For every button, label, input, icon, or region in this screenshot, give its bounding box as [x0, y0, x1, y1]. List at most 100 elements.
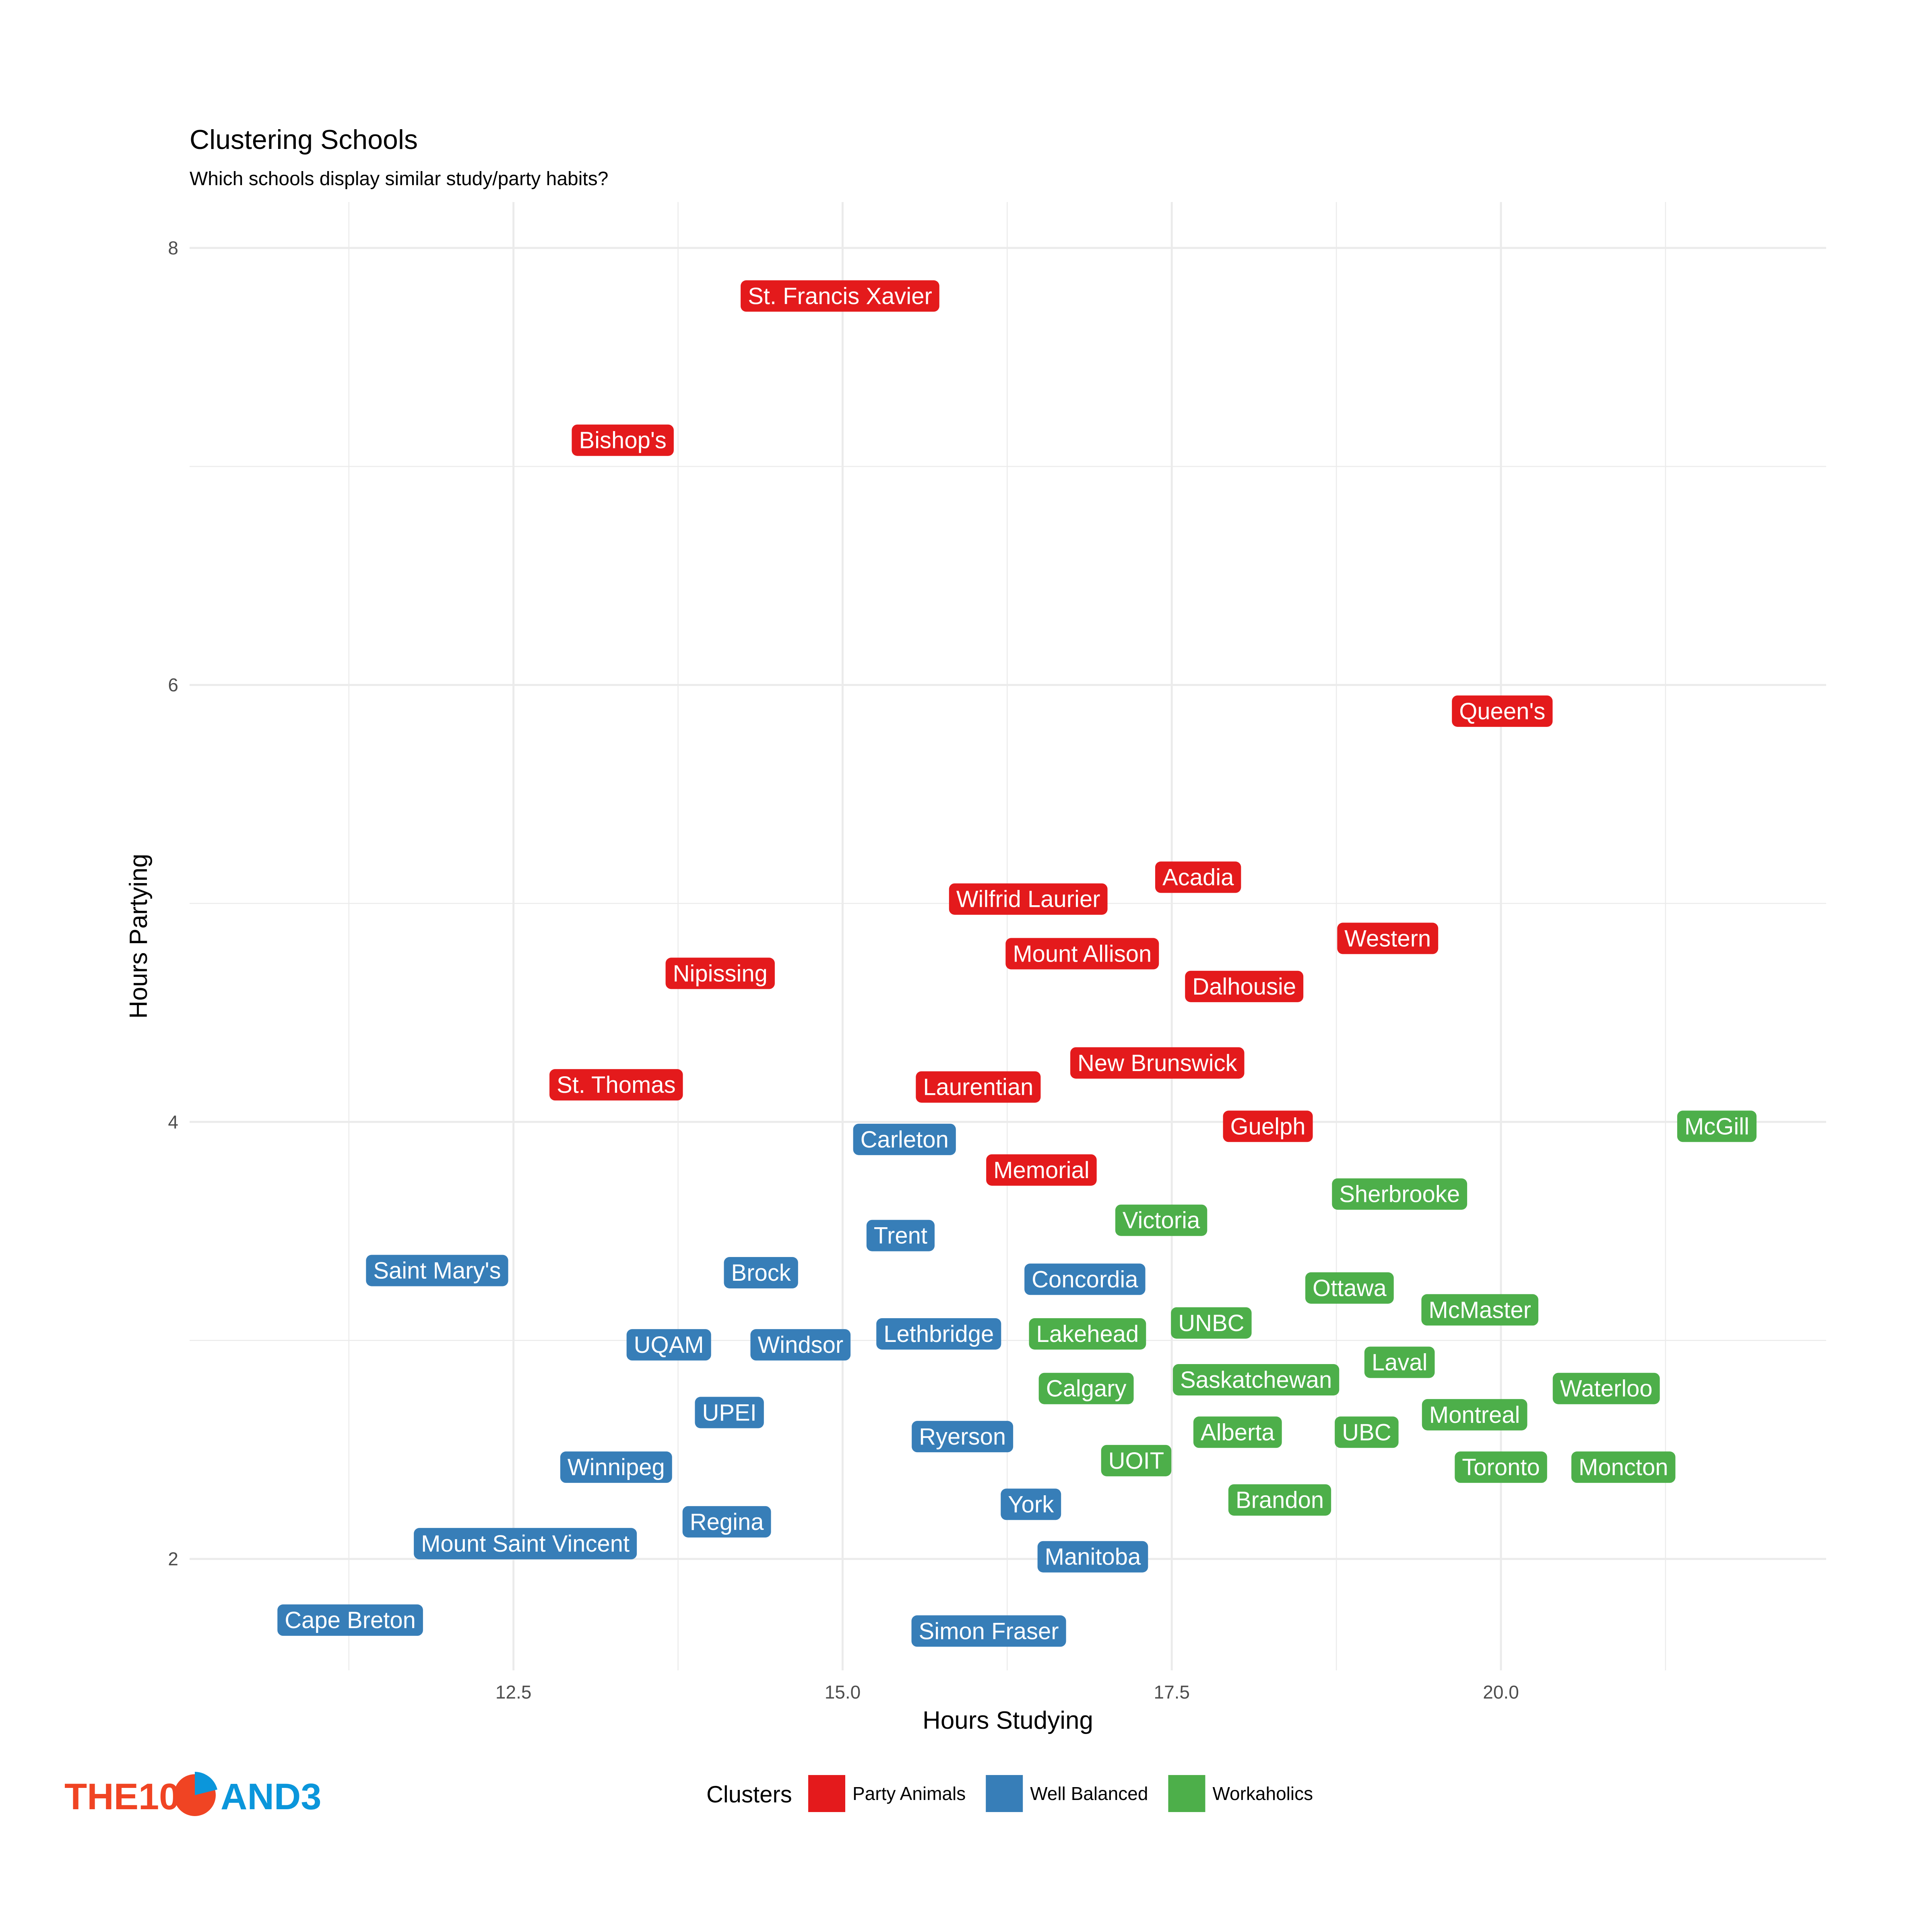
school-name: UBC	[1342, 1419, 1391, 1445]
chart-subtitle: Which schools display similar study/part…	[190, 168, 608, 190]
school-label: Carleton	[853, 1123, 956, 1155]
school-label: Calgary	[1038, 1373, 1134, 1404]
legend-title: Clusters	[706, 1781, 792, 1808]
school-name: UNBC	[1178, 1310, 1244, 1336]
school-name: Winnipeg	[568, 1454, 665, 1480]
school-name: Memorial	[993, 1157, 1090, 1183]
school-name: Simon Fraser	[919, 1618, 1059, 1644]
school-label: Ottawa	[1305, 1272, 1394, 1304]
school-name: Toronto	[1462, 1454, 1540, 1480]
school-label: New Brunswick	[1070, 1047, 1245, 1079]
school-label: UBC	[1335, 1416, 1399, 1448]
school-label: Winnipeg	[560, 1451, 672, 1483]
school-label: Cape Breton	[277, 1604, 423, 1636]
school-name: Sherbrooke	[1339, 1181, 1460, 1208]
legend-label: Workaholics	[1212, 1783, 1313, 1804]
school-name: New Brunswick	[1077, 1050, 1237, 1076]
school-name: Nipissing	[673, 960, 768, 987]
school-label: Brock	[724, 1257, 798, 1288]
legend-swatch	[808, 1775, 845, 1812]
y-tick-label: 4	[168, 1111, 178, 1132]
legend-label: Well Balanced	[1030, 1783, 1148, 1804]
school-label: Queen's	[1452, 695, 1553, 727]
chart-title: Clustering Schools	[190, 124, 418, 155]
school-name: Calgary	[1046, 1376, 1127, 1402]
school-label: UQAM	[626, 1329, 711, 1361]
school-name: Windsor	[758, 1332, 843, 1358]
school-name: Trent	[874, 1223, 927, 1249]
legend-swatch	[1168, 1775, 1205, 1812]
school-label: Victoria	[1115, 1204, 1208, 1236]
school-label: Laurentian	[916, 1071, 1041, 1103]
school-name: Mount Saint Vincent	[421, 1531, 630, 1557]
school-name: Guelph	[1230, 1113, 1306, 1139]
x-tick-label: 20.0	[1483, 1682, 1519, 1703]
school-label: Simon Fraser	[911, 1615, 1066, 1647]
school-label: Waterloo	[1552, 1373, 1660, 1404]
school-label: St. Thomas	[549, 1069, 683, 1101]
school-name: Alberta	[1201, 1419, 1275, 1445]
school-label: Dalhousie	[1185, 970, 1304, 1002]
school-label: Mount Saint Vincent	[414, 1528, 637, 1560]
school-label: Lethbridge	[876, 1318, 1001, 1350]
school-name: St. Thomas	[557, 1072, 676, 1098]
school-name: Laval	[1372, 1350, 1428, 1376]
school-label: UNBC	[1171, 1307, 1252, 1339]
scatter-chart: Clustering Schools Which schools display…	[0, 0, 1932, 1932]
school-name: Acadia	[1162, 864, 1234, 890]
school-label: Western	[1337, 923, 1439, 954]
school-label: Toronto	[1455, 1451, 1547, 1483]
school-name: Moncton	[1579, 1454, 1668, 1480]
x-tick-label: 17.5	[1154, 1682, 1190, 1703]
school-label: Acadia	[1155, 861, 1241, 893]
x-axis-title: Hours Studying	[923, 1707, 1093, 1734]
school-name: York	[1008, 1491, 1054, 1517]
school-name: St. Francis Xavier	[748, 283, 932, 309]
school-name: Mount Allison	[1013, 941, 1152, 967]
school-name: Saskatchewan	[1180, 1367, 1332, 1393]
school-label: Moncton	[1571, 1451, 1676, 1483]
school-label: Windsor	[750, 1329, 851, 1361]
school-name: Wilfrid Laurier	[956, 886, 1100, 912]
y-tick-label: 2	[168, 1548, 178, 1569]
logo-right-text: AND3	[221, 1776, 321, 1817]
school-label: Regina	[682, 1506, 771, 1538]
y-axis-title: Hours Partying	[125, 854, 153, 1019]
school-name: Queen's	[1459, 698, 1545, 724]
school-name: McGill	[1684, 1113, 1749, 1139]
school-name: Carleton	[861, 1127, 949, 1153]
school-label: UPEI	[695, 1397, 764, 1428]
logo-left-text: THE10	[64, 1776, 180, 1817]
school-name: Western	[1344, 925, 1431, 952]
school-label: Guelph	[1223, 1110, 1313, 1142]
school-label: Laval	[1364, 1346, 1435, 1378]
school-name: Dalhousie	[1192, 974, 1296, 1000]
school-name: Lakehead	[1036, 1321, 1139, 1347]
school-label: York	[1001, 1488, 1061, 1520]
school-label: Ryerson	[912, 1421, 1013, 1453]
school-label: Manitoba	[1037, 1541, 1148, 1573]
school-name: McMaster	[1428, 1297, 1531, 1323]
school-label: Brandon	[1228, 1484, 1331, 1516]
school-name: Concordia	[1032, 1266, 1138, 1292]
school-name: UQAM	[634, 1332, 704, 1358]
school-name: Brock	[731, 1260, 791, 1286]
school-label: Saint Mary's	[366, 1255, 508, 1286]
school-label: Bishop's	[572, 424, 674, 456]
school-name: Montreal	[1429, 1402, 1520, 1428]
school-label: Montreal	[1422, 1399, 1527, 1430]
school-label: Saskatchewan	[1172, 1364, 1340, 1395]
school-label: McMaster	[1421, 1294, 1538, 1326]
school-name: Manitoba	[1045, 1544, 1141, 1570]
x-tick-label: 15.0	[825, 1682, 861, 1703]
school-name: Victoria	[1123, 1208, 1200, 1234]
school-name: Saint Mary's	[373, 1258, 501, 1284]
brand-logo: THE10 AND3	[64, 1772, 321, 1817]
school-name: Laurentian	[923, 1074, 1033, 1100]
school-label: Trent	[866, 1220, 935, 1251]
school-label: Sherbrooke	[1332, 1178, 1468, 1210]
school-label: Nipissing	[665, 958, 775, 989]
school-name: Lethbridge	[883, 1321, 994, 1347]
y-tick-label: 6	[168, 675, 178, 696]
school-name: UPEI	[702, 1399, 756, 1426]
